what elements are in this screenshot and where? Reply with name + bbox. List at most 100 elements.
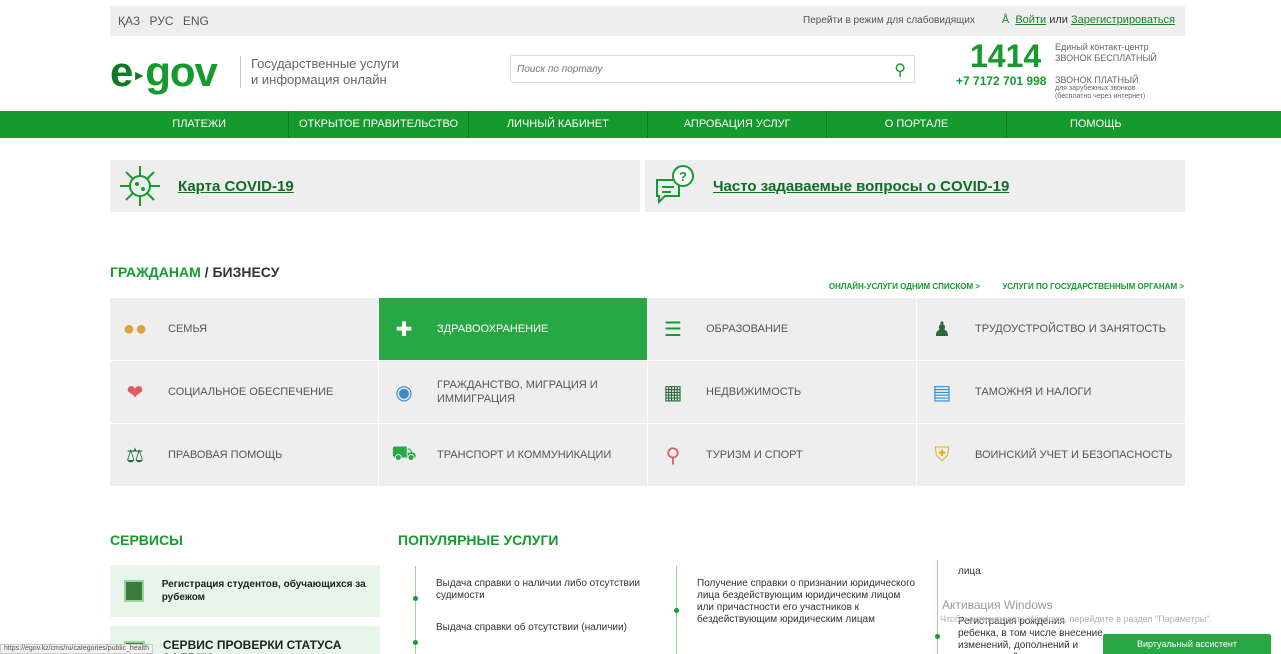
popular-item[interactable]: Получение справки о признании юридическо… — [674, 578, 916, 626]
worker-icon: ♟ — [933, 318, 951, 341]
tab-business[interactable]: БИЗНЕСУ — [212, 264, 279, 280]
category-legal[interactable]: ⚖ Правовая помощь — [110, 424, 378, 486]
nav-personal-account[interactable]: ЛИЧНЫЙ КАБИНЕТ — [469, 111, 648, 138]
paid-phone-info-3: (бесплатно через интернет) — [1055, 93, 1146, 100]
bullet — [413, 640, 418, 645]
books-icon: ☰ — [664, 318, 682, 341]
page: ҚАЗ РУС ENG Перейти в режим для слабовид… — [0, 0, 1281, 654]
popular-item-tail: лица — [938, 560, 1107, 578]
search-input[interactable] — [511, 56, 871, 82]
document-icon — [124, 580, 144, 602]
tagline-line-1: Государственные услуги — [251, 56, 399, 71]
windows-activation-title: Активация Windows — [942, 598, 1053, 612]
egov-logo[interactable]: e►gov — [110, 48, 218, 96]
category-education[interactable]: ☰ Образование — [648, 298, 916, 360]
service-label: Регистрация студентов, обучающихся за ру… — [161, 579, 366, 603]
nav-about[interactable]: О ПОРТАЛЕ — [827, 111, 1007, 138]
building-icon: ▦ — [663, 381, 683, 404]
category-label: Транспорт и коммуникации — [437, 449, 612, 461]
tax-document-icon: ▤ — [932, 381, 952, 404]
category-label: Недвижимость — [706, 386, 802, 398]
popular-item-label: Получение справки о признании юридическо… — [697, 578, 916, 625]
truck-icon: ⛟ — [391, 442, 417, 465]
category-real-estate[interactable]: ▦ Недвижимость — [648, 361, 916, 423]
nav-open-government[interactable]: ОТКРЫТОЕ ПРАВИТЕЛЬСТВО — [289, 111, 469, 138]
top-bar: ҚАЗ РУС ENG Перейти в режим для слабовид… — [0, 0, 1281, 40]
paid-phone[interactable]: +7 7172 701 998 — [956, 74, 1046, 88]
low-vision-link[interactable]: Перейти в режим для слабовидящих — [803, 15, 975, 26]
popular-item-label: Выдача справки о наличии либо отсутствии… — [436, 578, 641, 601]
logo-arrow-icon: ► — [132, 66, 146, 83]
category-label: Воинский учет и безопасность — [975, 449, 1173, 461]
tagline: Государственные услуги и информация онла… — [240, 56, 399, 88]
main-nav-inner: ПЛАТЕЖИ ОТКРЫТОЕ ПРАВИТЕЛЬСТВО ЛИЧНЫЙ КА… — [110, 111, 1185, 138]
category-transport[interactable]: ⛟ Транспорт и коммуникации — [379, 424, 647, 486]
category-health[interactable]: ✚ Здравоохранение — [379, 298, 647, 360]
service-label: СЕРВИС ПРОВЕРКИ СТАТУСА ЗАЯВКИ — [162, 638, 342, 654]
register-link[interactable]: Зарегистрироваться — [1071, 14, 1175, 26]
services-title: СЕРВИСЫ — [110, 532, 183, 548]
search-icon[interactable]: ⚲ — [894, 60, 906, 80]
category-customs-taxes[interactable]: ▤ Таможня и налоги — [917, 361, 1185, 423]
category-label: Таможня и налоги — [975, 386, 1092, 398]
top-bar-inner: ҚАЗ РУС ENG Перейти в режим для слабовид… — [110, 6, 1185, 36]
category-military[interactable]: ⛨ Воинский учет и безопасность — [917, 424, 1185, 486]
virtual-assistant-button[interactable]: Виртуальный ассистент — [1103, 634, 1271, 654]
scales-icon: ⚖ — [126, 444, 144, 467]
popular-column-2: Получение справки о признании юридическо… — [674, 566, 916, 654]
contact-number[interactable]: 1414 — [970, 38, 1041, 75]
question-chat-icon: ? — [656, 165, 694, 205]
category-label: Семья — [168, 323, 208, 335]
nav-payments[interactable]: ПЛАТЕЖИ — [110, 111, 290, 138]
windows-activation-text: Чтобы активировать Windows, перейдите в … — [940, 614, 1212, 624]
category-tourism[interactable]: ⚲ Туризм и спорт — [648, 424, 916, 486]
covid-map-banner[interactable]: Карта COVID-19 — [110, 160, 640, 212]
popular-item-label: Выдача справки об отсутствии (наличии) — [436, 622, 627, 633]
agency-services-link[interactable]: УСЛУГИ ПО ГОСУДАРСТВЕННЫМ ОРГАНАМ > — [1002, 282, 1184, 291]
covid-faq-link[interactable]: Часто задаваемые вопросы о COVID-19 — [713, 178, 1009, 195]
virus-icon — [120, 166, 160, 206]
popular-item[interactable]: Выдача справки о наличии либо отсутствии… — [413, 578, 665, 602]
login-link[interactable]: Войти — [1015, 14, 1046, 26]
bullet — [674, 608, 679, 613]
nav-service-testing[interactable]: АПРОБАЦИЯ УСЛУГ — [648, 111, 828, 138]
lang-en[interactable]: ENG — [183, 14, 209, 28]
popular-title: ПОПУЛЯРНЫЕ УСЛУГИ — [398, 532, 559, 548]
lang-ru[interactable]: РУС — [149, 14, 173, 28]
category-employment[interactable]: ♟ Трудоустройство и занятость — [917, 298, 1185, 360]
nav-help[interactable]: ПОМОЩЬ — [1007, 111, 1185, 138]
heart-hand-icon: ❤ — [126, 381, 144, 404]
popular-column-1: Выдача справки о наличии либо отсутствии… — [413, 566, 665, 654]
main-nav: ПЛАТЕЖИ ОТКРЫТОЕ ПРАВИТЕЛЬСТВО ЛИЧНЫЙ КА… — [0, 111, 1281, 138]
family-icon: ●● — [122, 317, 148, 340]
service-student-registration[interactable]: Регистрация студентов, обучающихся за ру… — [110, 565, 380, 617]
language-switcher: ҚАЗ РУС ENG — [118, 14, 215, 28]
category-social[interactable]: ❤ Социальное обеспечение — [110, 361, 378, 423]
category-label: Туризм и спорт — [706, 449, 803, 461]
category-label: Здравоохранение — [437, 323, 549, 335]
popular-item[interactable]: Выдача справки об отсутствии (наличии) — [413, 622, 665, 645]
contact-info-2: ЗВОНОК БЕСПЛАТНЫЙ — [1055, 53, 1157, 63]
svg-text:?: ? — [679, 169, 687, 184]
tagline-line-2: и информация онлайн — [251, 72, 387, 87]
section-title-separator: / — [200, 264, 213, 280]
bullet — [935, 634, 940, 639]
category-label: Трудоустройство и занятость — [975, 323, 1166, 335]
category-citizenship[interactable]: ◉ Гражданство, миграция и иммиграция — [379, 361, 647, 423]
tab-citizens[interactable]: ГРАЖДАНАМ — [110, 264, 201, 280]
category-grid: ●● Семья ✚ Здравоохранение ☰ Образование… — [110, 298, 1185, 486]
bullet — [413, 596, 418, 601]
online-services-link[interactable]: ОНЛАЙН-УСЛУГИ ОДНИМ СПИСКОМ > — [829, 282, 980, 291]
contact-info-1: Единый контакт-центр — [1055, 42, 1149, 52]
lang-kz[interactable]: ҚАЗ — [118, 14, 140, 28]
health-icon: ✚ — [395, 318, 413, 341]
auth-links: Å Войти или Зарегистрироваться — [1002, 14, 1175, 26]
category-family[interactable]: ●● Семья — [110, 298, 378, 360]
or-text: или — [1049, 14, 1068, 26]
section-title: ГРАЖДАНАМ / БИЗНЕСУ — [110, 264, 279, 280]
covid-faq-banner[interactable]: ? Часто задаваемые вопросы о COVID-19 — [645, 160, 1185, 212]
contact-info: Единый контакт-центр ЗВОНОК БЕСПЛАТНЫЙ — [1055, 42, 1157, 64]
logo-gov: gov — [145, 48, 218, 95]
logo-e: e — [110, 48, 133, 95]
covid-map-link[interactable]: Карта COVID-19 — [178, 178, 294, 195]
